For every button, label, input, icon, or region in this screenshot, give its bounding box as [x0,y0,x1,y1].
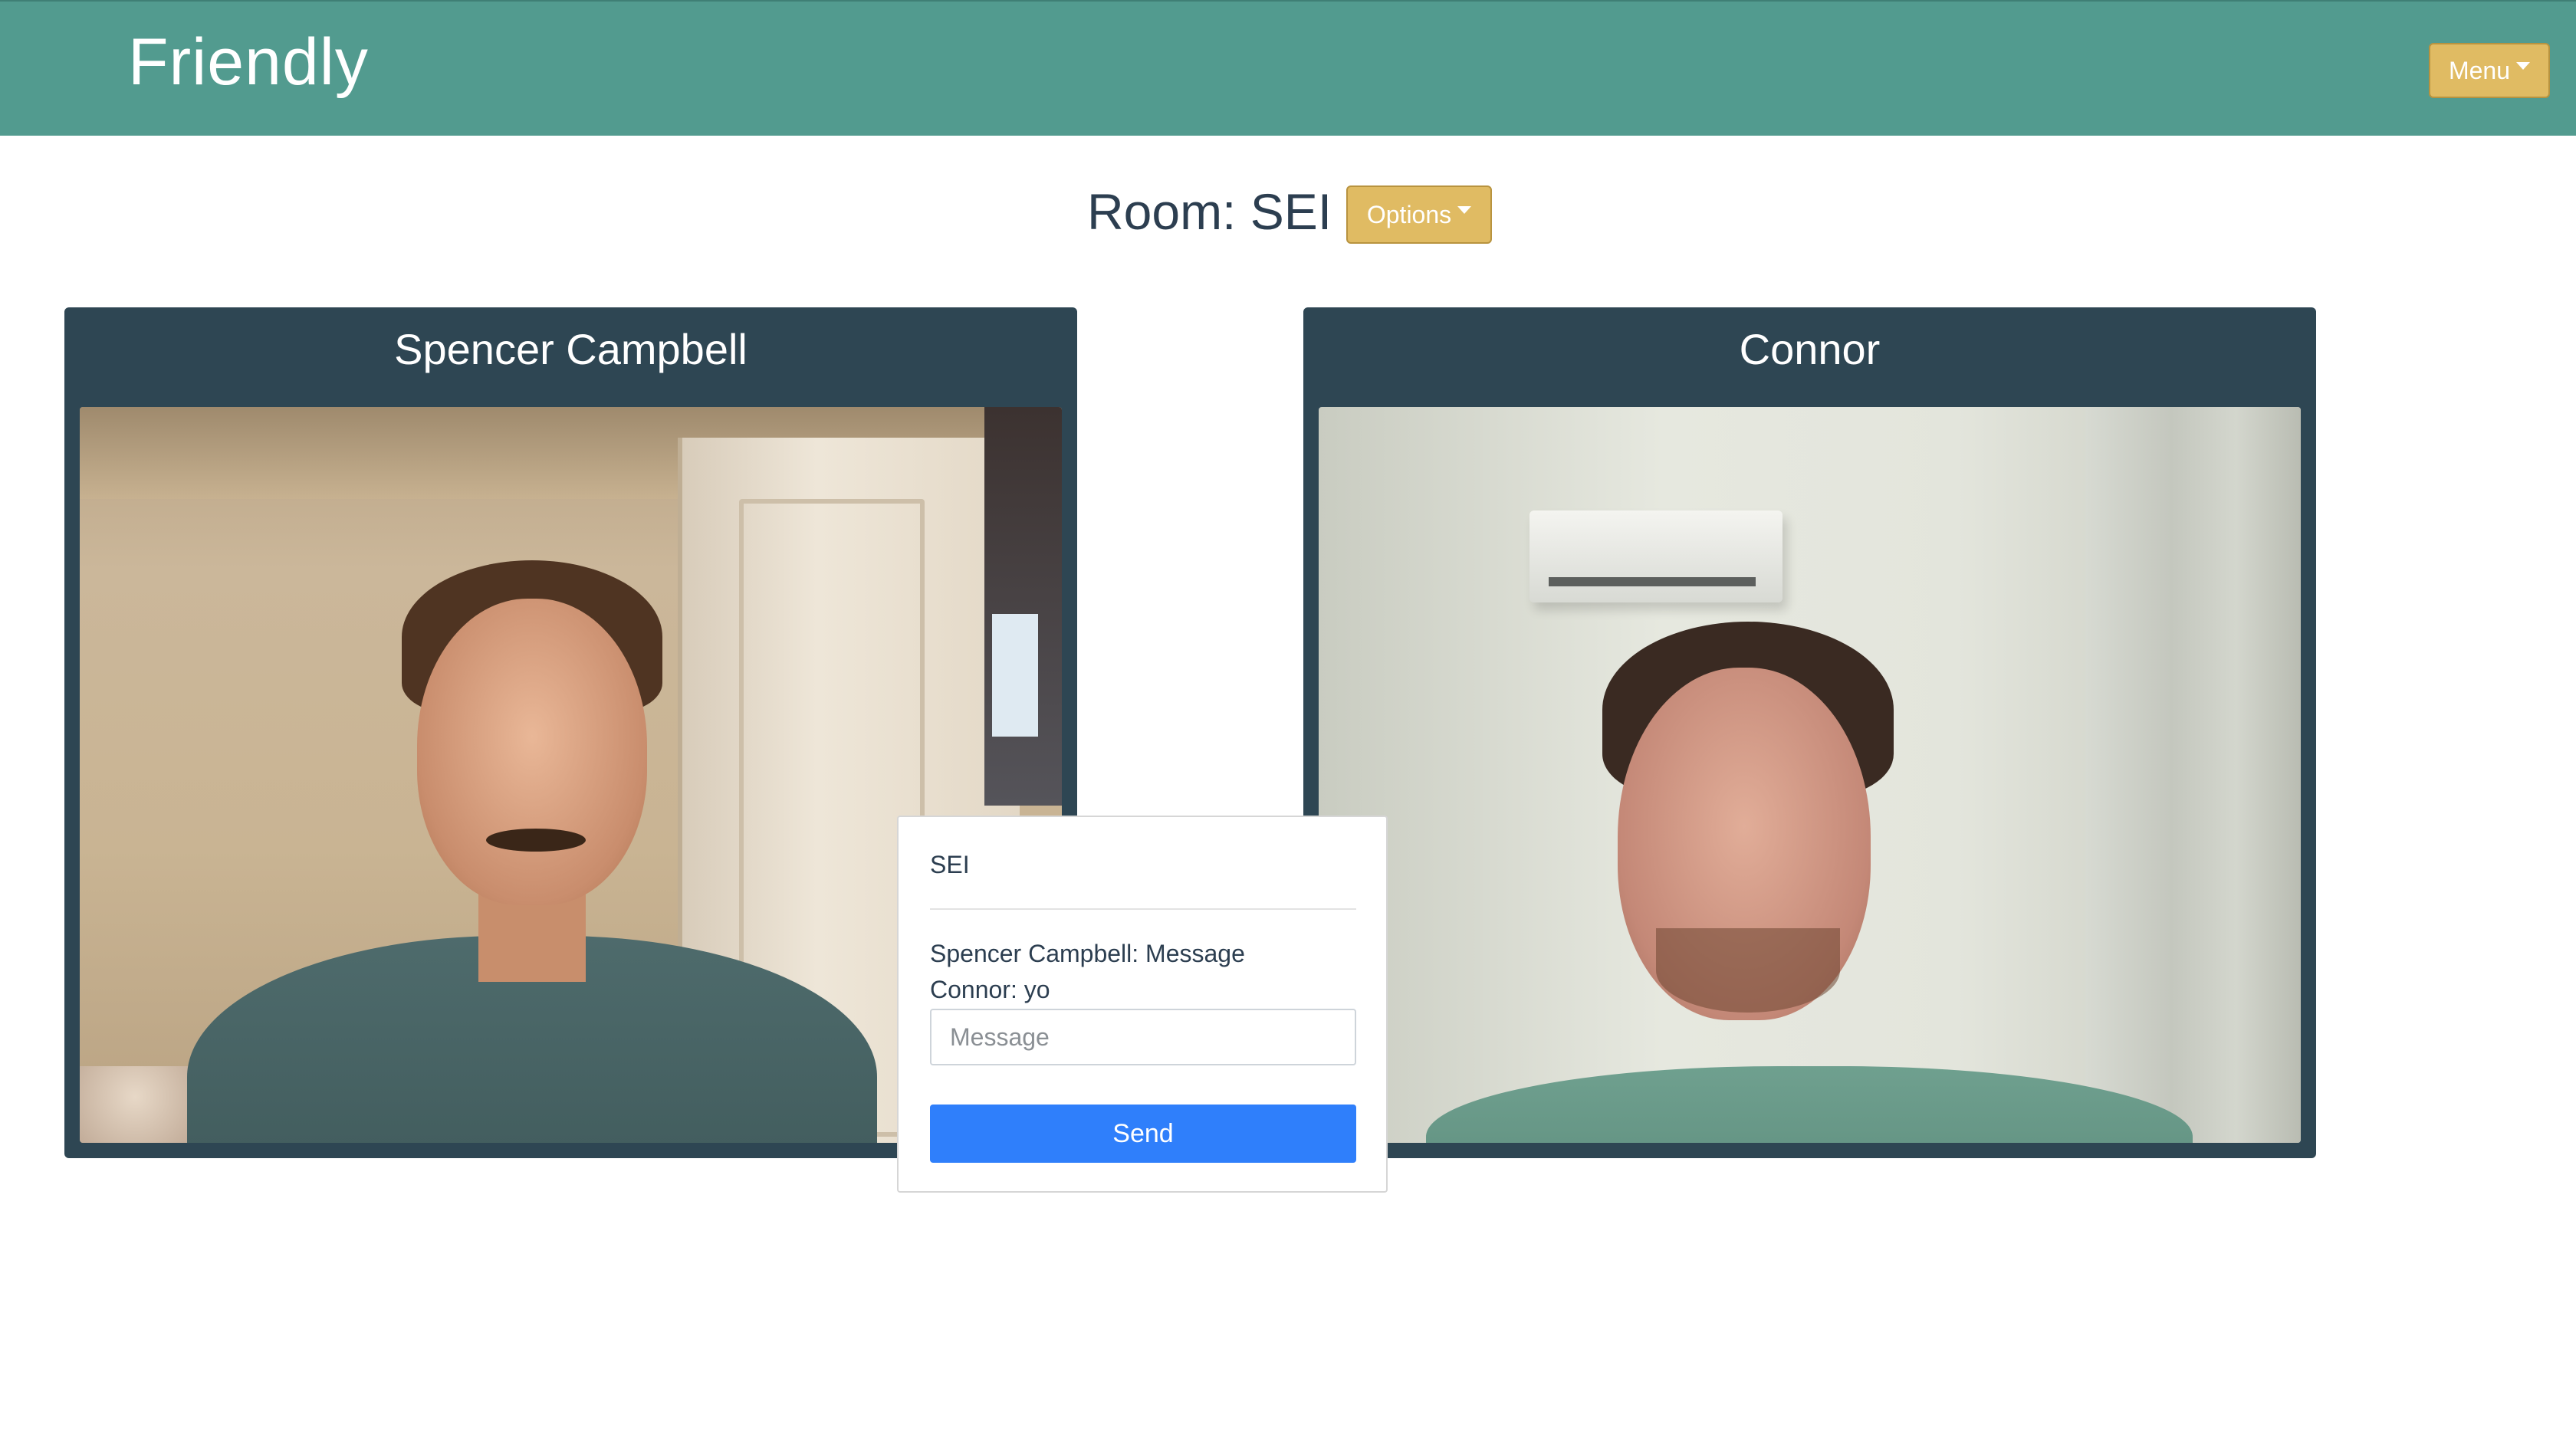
person-silhouette [1426,1066,2193,1143]
caret-down-icon [1457,206,1472,214]
video-background [984,407,1062,806]
top-navbar: Friendly Menu [0,0,2576,136]
video-background [1549,577,1756,586]
participant-name: Spencer Campbell [394,325,748,373]
video-background [992,614,1038,737]
send-button[interactable]: Send [930,1105,1356,1163]
person-silhouette [417,599,647,905]
message-input[interactable] [930,1009,1356,1065]
participant-name: Connor [1739,325,1881,373]
room-title: Room: SEI [1087,183,1332,240]
chat-popover: SEI Spencer Campbell: Message Connor: yo… [897,816,1388,1193]
chat-message: Spencer Campbell: Message [930,940,1245,967]
brand-logo[interactable]: Friendly [128,25,369,100]
video-feed-connor[interactable] [1319,407,2301,1143]
participant-panel-connor: Connor [1303,307,2316,1158]
chat-message: Connor: yo [930,976,1050,1003]
chat-divider [930,908,1356,910]
options-dropdown-button[interactable]: Options [1346,185,1492,244]
menu-dropdown-button[interactable]: Menu [2429,43,2550,98]
options-button-label: Options [1366,200,1452,228]
person-silhouette [1656,928,1840,1013]
menu-button-label: Menu [2448,56,2511,84]
video-background [2085,407,2301,1143]
caret-down-icon [2516,62,2531,70]
chat-room-name: SEI [930,851,970,878]
video-background [1530,510,1783,602]
person-silhouette [486,829,586,852]
